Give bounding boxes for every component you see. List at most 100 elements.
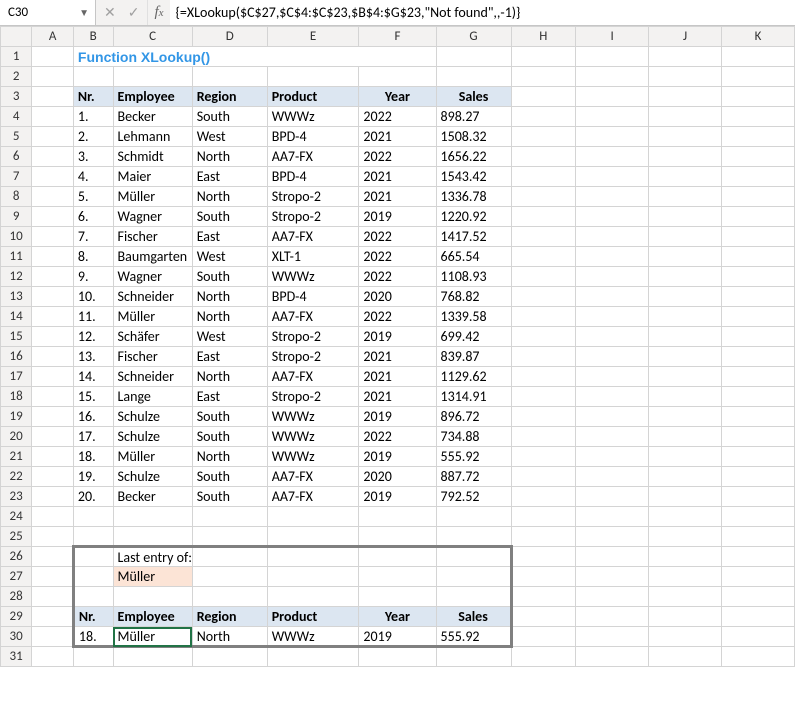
table-row[interactable]: Becker (113, 487, 192, 507)
col-header-A[interactable]: A (32, 27, 74, 47)
cell-J1[interactable] (649, 47, 722, 67)
table-header-year[interactable]: Year (359, 87, 436, 107)
table-row[interactable]: 887.72 (436, 467, 511, 487)
table-row[interactable]: South (192, 207, 267, 227)
cell-K27[interactable] (721, 567, 794, 587)
confirm-icon[interactable]: ✓ (128, 4, 140, 21)
table-row[interactable]: 15. (73, 387, 113, 407)
table-row[interactable]: WWWz (267, 107, 359, 127)
cell-K8[interactable] (721, 187, 794, 207)
table-row[interactable]: 2019 (359, 447, 436, 467)
cell-A21[interactable] (32, 447, 74, 467)
cell-A14[interactable] (32, 307, 74, 327)
cell-I23[interactable] (576, 487, 649, 507)
cell-B25[interactable] (73, 527, 113, 547)
col-header-E[interactable]: E (267, 27, 359, 47)
name-box-input[interactable] (6, 4, 66, 21)
table-row[interactable]: 10. (73, 287, 113, 307)
table-row[interactable]: WWWz (267, 447, 359, 467)
cell-K22[interactable] (721, 467, 794, 487)
row-header-30[interactable]: 30 (1, 627, 32, 647)
row-header-28[interactable]: 28 (1, 587, 32, 607)
cell-D24[interactable] (192, 507, 267, 527)
cell-A30[interactable] (32, 627, 74, 647)
table-row[interactable]: 19. (73, 467, 113, 487)
cell-F25[interactable] (359, 527, 436, 547)
table-row[interactable]: 1108.93 (436, 267, 511, 287)
cell-I13[interactable] (576, 287, 649, 307)
table-row[interactable]: 18. (73, 447, 113, 467)
cell-A12[interactable] (32, 267, 74, 287)
table-row[interactable]: 6. (73, 207, 113, 227)
cell-G28[interactable] (436, 587, 511, 607)
table-row[interactable]: South (192, 427, 267, 447)
cell-H17[interactable] (511, 367, 576, 387)
cell-J4[interactable] (649, 107, 722, 127)
select-all-corner[interactable] (1, 27, 32, 47)
cell-J3[interactable] (649, 87, 722, 107)
cell-F31[interactable] (359, 647, 436, 667)
cell-J22[interactable] (649, 467, 722, 487)
cell-C24[interactable] (113, 507, 192, 527)
table-row[interactable]: Schulze (113, 427, 192, 447)
cell-K24[interactable] (721, 507, 794, 527)
cell-I1[interactable] (576, 47, 649, 67)
col-header-J[interactable]: J (649, 27, 722, 47)
cell-G26[interactable] (436, 547, 511, 567)
cell-J21[interactable] (649, 447, 722, 467)
cell-J9[interactable] (649, 207, 722, 227)
cell-J5[interactable] (649, 127, 722, 147)
cell-I15[interactable] (576, 327, 649, 347)
table-row[interactable]: 2022 (359, 267, 436, 287)
row-header-3[interactable]: 3 (1, 87, 32, 107)
table-row[interactable]: 2021 (359, 387, 436, 407)
cell-A11[interactable] (32, 247, 74, 267)
cell-K11[interactable] (721, 247, 794, 267)
cell-G24[interactable] (436, 507, 511, 527)
table-row[interactable]: 1543.42 (436, 167, 511, 187)
table-row[interactable]: Wagner (113, 207, 192, 227)
table-row[interactable]: 699.42 (436, 327, 511, 347)
table-row[interactable]: Schmidt (113, 147, 192, 167)
cell-J30[interactable] (649, 627, 722, 647)
cell-H20[interactable] (511, 427, 576, 447)
table-row[interactable]: Maier (113, 167, 192, 187)
cell-J12[interactable] (649, 267, 722, 287)
table-row[interactable]: 2022 (359, 307, 436, 327)
cell-A7[interactable] (32, 167, 74, 187)
cell-I24[interactable] (576, 507, 649, 527)
cell-K4[interactable] (721, 107, 794, 127)
cell-H30[interactable] (511, 627, 576, 647)
cell-I22[interactable] (576, 467, 649, 487)
cell-H27[interactable] (511, 567, 576, 587)
table-row[interactable]: Becker (113, 107, 192, 127)
cell-H26[interactable] (511, 547, 576, 567)
cell-A1[interactable] (32, 47, 74, 67)
row-header-5[interactable]: 5 (1, 127, 32, 147)
table-row[interactable]: Stropo-2 (267, 387, 359, 407)
cell-J29[interactable] (649, 607, 722, 627)
row-header-18[interactable]: 18 (1, 387, 32, 407)
table-row[interactable]: 1314.91 (436, 387, 511, 407)
table-row[interactable]: Müller (113, 447, 192, 467)
table-row[interactable]: 3. (73, 147, 113, 167)
table-row[interactable]: South (192, 267, 267, 287)
table-row[interactable]: Fischer (113, 227, 192, 247)
table-row[interactable]: 898.27 (436, 107, 511, 127)
formula-input[interactable]: {=XLookup($C$27,$C$4:$C$23,$B$4:$G$23,"N… (170, 0, 795, 25)
cell-J31[interactable] (649, 647, 722, 667)
cell-B30[interactable]: 18. (73, 627, 113, 647)
table-row[interactable]: AA7-FX (267, 307, 359, 327)
active-cell[interactable]: Müller (113, 627, 192, 647)
cell-H19[interactable] (511, 407, 576, 427)
cell-A31[interactable] (32, 647, 74, 667)
table-row[interactable]: 2022 (359, 107, 436, 127)
table-row[interactable]: Stropo-2 (267, 207, 359, 227)
cell-A8[interactable] (32, 187, 74, 207)
cell-E25[interactable] (267, 527, 359, 547)
cell-H18[interactable] (511, 387, 576, 407)
cell-K13[interactable] (721, 287, 794, 307)
cell-J7[interactable] (649, 167, 722, 187)
table-row[interactable]: Schulze (113, 407, 192, 427)
cell-H13[interactable] (511, 287, 576, 307)
